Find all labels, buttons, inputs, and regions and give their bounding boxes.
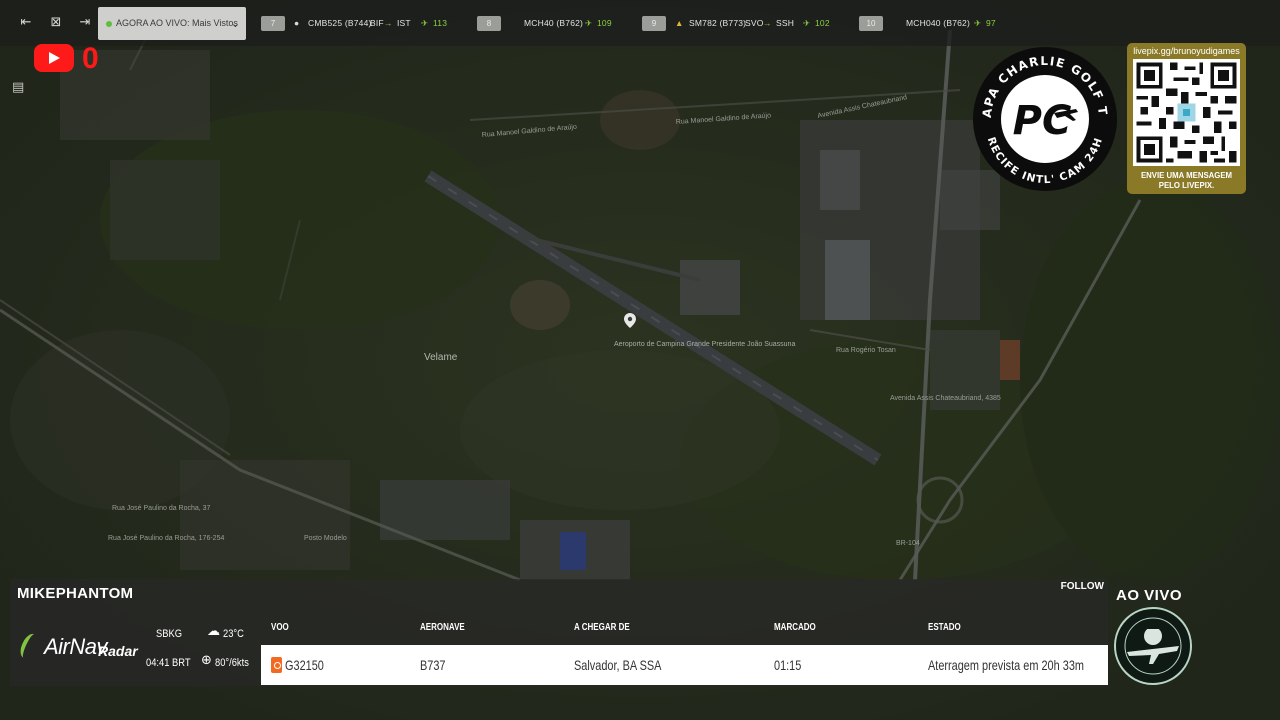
warning-icon: ▲ [675, 18, 684, 28]
header-marcado: MARCADO [774, 622, 816, 633]
papa-charlie-golf-logo: PAPA CHARLIE GOLF TV RECIFE INTL' CAM 24… [972, 46, 1117, 191]
youtube-icon [34, 44, 74, 72]
live-filter-dropdown[interactable]: AGORA AO VIVO: Mais Vistos ⌄ [98, 7, 246, 40]
ticker-destination: SSH [776, 18, 795, 28]
plane-icon: ✈ [585, 18, 593, 28]
ticker-callsign[interactable]: CMB525 (B744) [308, 18, 372, 28]
flight-row[interactable]: G32150 B737 Salvador, BA SSA 01:15 Aterr… [261, 645, 1108, 685]
plane-icon: ✈ [974, 18, 982, 28]
flight-info-panel: MIKEPHANTOM FOLLOW AirNav Radar SBKG ☁ 2… [10, 579, 1108, 686]
airnav-leaf-icon [17, 631, 41, 661]
livepix-message-line1: ENVIE UMA MENSAGEM [1140, 171, 1233, 180]
header-voo: VOO [271, 622, 289, 633]
youtube-count: 0 [82, 42, 99, 75]
follow-button[interactable]: FOLLOW [1061, 581, 1104, 592]
map-label: Avenida Assis Chateaubriand, 4385 [890, 395, 1001, 402]
header-estado: ESTADO [928, 622, 961, 633]
wind: 80°/6kts [215, 657, 249, 669]
map-label: Posto Modelo [304, 535, 347, 542]
airport-code: SBKG [156, 628, 182, 640]
scheduled-time: 01:15 [774, 657, 802, 673]
plane-icon: ✈ [803, 18, 811, 28]
slot-number: 8 [477, 16, 501, 31]
live-dot-icon [106, 20, 112, 27]
logo-mark: PC [1013, 98, 1072, 144]
window-toggle-icon[interactable]: ⊠ [47, 15, 65, 31]
map-label: Velame [424, 352, 458, 363]
featured-username: MIKEPHANTOM [17, 585, 134, 602]
airnav-radar-logo: AirNav Radar [17, 631, 138, 665]
livepix-message: ENVIE UMA MENSAGEM PELO LIVEPIX. [1127, 171, 1246, 191]
collapse-panel-icon[interactable]: ⇤ [17, 15, 35, 31]
ticker-altitude: 102 [815, 18, 830, 28]
airport-label: Aeroporto de Campina Grande Presidente J… [614, 341, 795, 348]
route-arrow-icon: → [763, 18, 772, 28]
qr-code-icon [1133, 59, 1240, 166]
flight-marker-icon: ● [294, 18, 300, 28]
stream-screen: Rua Manoel Galdino de Araújo Rua Manoel … [0, 0, 1280, 720]
header-a-chegar-de: A CHEGAR DE [574, 622, 630, 633]
ticker-altitude: 109 [597, 18, 612, 28]
map-label: BR-104 [896, 540, 920, 547]
live-filter-label: AGORA AO VIVO: Mais Vistos [116, 18, 238, 28]
slot-number: 7 [261, 16, 285, 31]
flight-number: G32150 [285, 657, 324, 673]
livepix-message-line2: PELO LIVEPIX. [1158, 181, 1215, 190]
ticker-origin: BIF [370, 18, 384, 28]
flight-status: Aterragem prevista em 20h 33m [928, 657, 1084, 673]
wind-icon: ⊕ [201, 653, 212, 668]
airnav-radar-brand: Radar [98, 643, 138, 659]
ticker-altitude: 113 [433, 18, 448, 28]
flight-ticker-bar: ⇤ ⊠ ⇥ AGORA AO VIVO: Mais Vistos ⌄ 7 ● C… [0, 0, 1280, 46]
ticker-origin: SVO [745, 18, 764, 28]
origin: Salvador, BA SSA [574, 657, 662, 673]
ticker-callsign[interactable]: MCH040 (B762) [906, 18, 970, 28]
map-label: Rua José Paulino da Rocha, 37 [112, 505, 211, 512]
route-arrow-icon: → [384, 18, 393, 28]
ticker-altitude: 97 [986, 18, 996, 28]
livepix-qr-panel[interactable]: livepix.gg/brunoyudigames ENVIE UMA MENS… [1127, 43, 1246, 194]
ticker-destination: IST [397, 18, 411, 28]
ticker-callsign[interactable]: SM782 (B773) [689, 18, 746, 28]
ao-vivo-label: AO VIVO [1116, 587, 1183, 604]
livepix-url: livepix.gg/brunoyudigames [1133, 46, 1240, 56]
map-label: Rua Rogério Tosan [836, 347, 896, 354]
skip-next-icon[interactable]: ⇥ [76, 15, 94, 31]
aircraft-type: B737 [420, 657, 446, 673]
slot-number: 9 [642, 16, 666, 31]
gol-airline-icon [271, 657, 282, 673]
local-time: 04:41 BRT [146, 657, 191, 669]
channel-emblem-icon [1114, 607, 1192, 685]
plane-icon: ✈ [421, 18, 429, 28]
list-view-icon[interactable]: ▤ [12, 80, 24, 95]
temperature: 23°C [223, 628, 244, 640]
chevron-down-icon: ⌄ [230, 17, 240, 30]
ticker-callsign[interactable]: MCH40 (B762) [524, 18, 583, 28]
cloud-icon: ☁ [207, 624, 220, 639]
slot-number: 10 [859, 16, 883, 31]
header-aeronave: AERONAVE [420, 622, 465, 633]
map-label: Rua José Paulino da Rocha, 176-254 [108, 535, 224, 542]
